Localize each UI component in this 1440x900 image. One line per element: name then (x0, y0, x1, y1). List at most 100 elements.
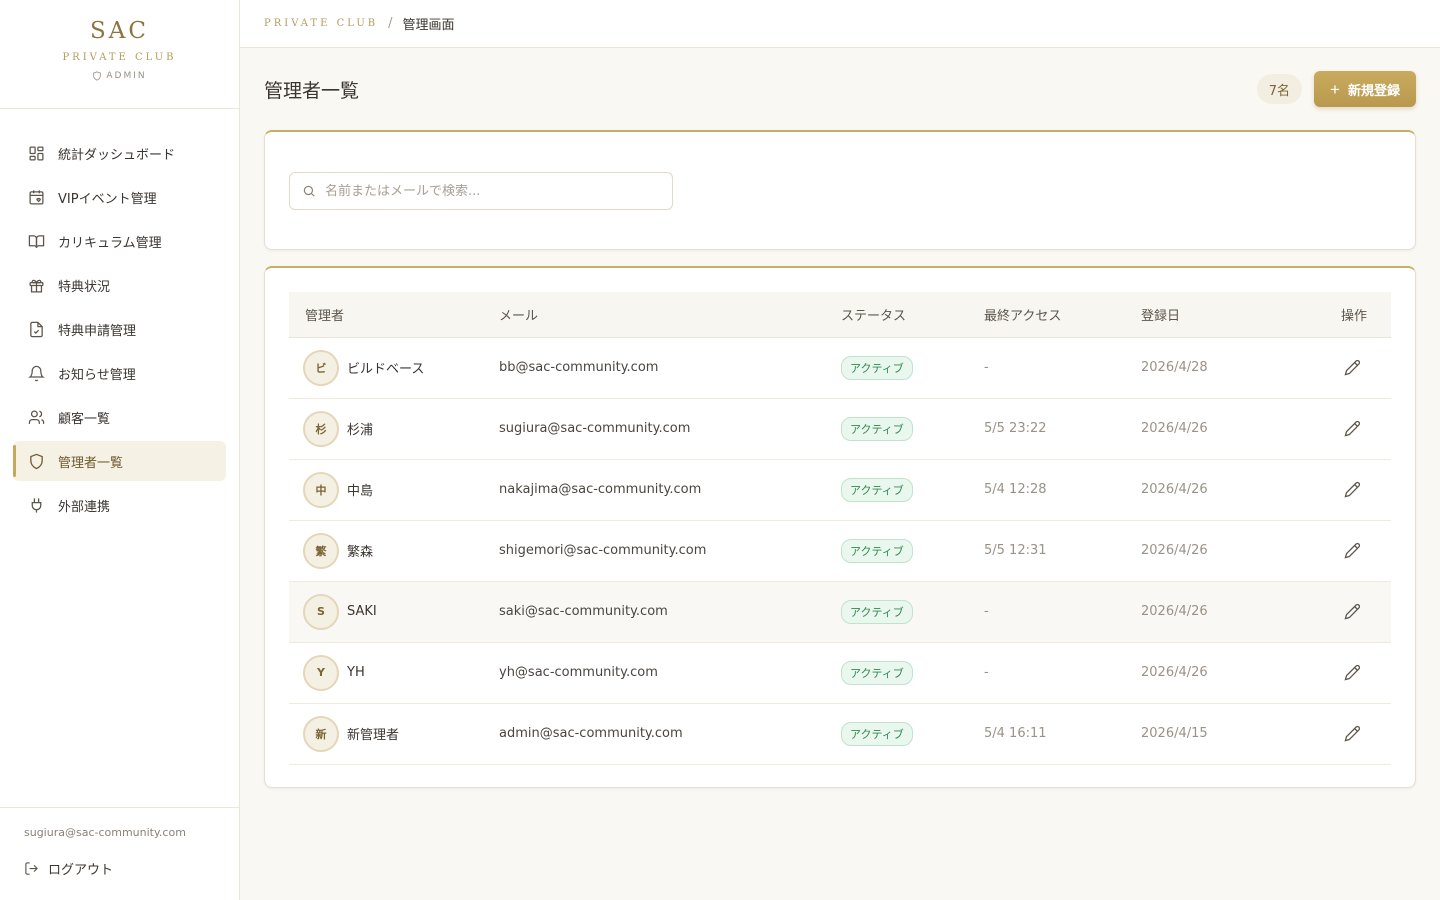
admin-name: 中島 (347, 484, 374, 499)
edit-pencil-icon[interactable] (1344, 664, 1361, 681)
admin-email: saki@sac-community.com (499, 604, 668, 619)
sidebar-item-notices[interactable]: お知らせ管理 (13, 353, 226, 393)
plug-icon (31, 497, 42, 513)
edit-pencil-icon[interactable] (1344, 725, 1361, 742)
search-card (264, 130, 1416, 250)
admin-email: admin@sac-community.com (499, 726, 683, 741)
status-badge: アクティブ (841, 416, 913, 441)
sidebar-item-integrations[interactable]: 外部連携 (13, 485, 226, 525)
current-user-email: sugiura@sac-community.com (24, 826, 186, 839)
sidebar-item-admins[interactable]: 管理者一覧 (13, 441, 226, 481)
column-header-registered: 登録日 (1141, 292, 1291, 338)
table-row[interactable]: ビビルドベース bb@sac-community.com アクティブ - 202… (289, 337, 1391, 398)
registered-date: 2026/4/26 (1141, 482, 1208, 497)
edit-pencil-icon[interactable] (1344, 542, 1361, 559)
sidebar-item-label: 特典申請管理 (58, 323, 137, 339)
main-content: 管理者一覧 7名 + 新規登録 管理者 メール ステータス 最終 (264, 48, 1416, 788)
last-access: 5/4 12:28 (984, 482, 1047, 497)
search-box[interactable] (289, 172, 673, 210)
sidebar-item-label: 外部連携 (58, 499, 111, 515)
sidebar-item-label: 管理者一覧 (58, 455, 124, 471)
table-row[interactable]: S SAKI saki@sac-community.com アクティブ - 202… (289, 581, 1391, 642)
table-row[interactable]: 繁繁森 shigemori@sac-community.com アクティブ 5/… (289, 520, 1391, 581)
sidebar: SAC PRIVATE CLUB ADMIN 統計ダッシュボード VIPイベント… (0, 0, 240, 900)
breadcrumb-current: 管理画面 (402, 18, 455, 33)
last-access: 5/4 16:11 (984, 726, 1047, 741)
sidebar-item-vip-events[interactable]: VIPイベント管理 (13, 177, 226, 217)
admin-table-card: 管理者 メール ステータス 最終アクセス 登録日 操作 ビビルドベース bb@s… (264, 266, 1416, 788)
calendar-heart-icon (29, 189, 44, 205)
brand-name: SAC (90, 18, 149, 44)
avatar: ビ (303, 349, 339, 386)
breadcrumb-separator: / (388, 16, 393, 31)
grid-icon (29, 145, 44, 161)
status-badge: アクティブ (841, 599, 913, 624)
edit-pencil-icon[interactable] (1344, 603, 1361, 620)
registered-date: 2026/4/26 (1141, 421, 1208, 436)
search-icon (303, 185, 315, 197)
brand-logo[interactable]: SAC PRIVATE CLUB ADMIN (0, 0, 239, 109)
sidebar-item-label: 統計ダッシュボード (58, 147, 176, 163)
search-input[interactable] (325, 183, 645, 199)
registered-date: 2026/4/15 (1141, 726, 1208, 741)
last-access: 5/5 12:31 (984, 543, 1047, 558)
registered-date: 2026/4/28 (1141, 360, 1208, 375)
status-badge: アクティブ (841, 660, 913, 685)
brand-admin-label: ADMIN (0, 71, 239, 81)
edit-pencil-icon[interactable] (1344, 481, 1361, 498)
sidebar-item-benefit-requests[interactable]: 特典申請管理 (13, 309, 226, 349)
last-access: - (984, 604, 989, 619)
registered-date: 2026/4/26 (1141, 604, 1208, 619)
page-title: 管理者一覧 (264, 79, 360, 102)
table-row[interactable]: 新新管理者 admin@sac-community.com アクティブ 5/4 … (289, 703, 1391, 764)
sidebar-item-customers[interactable]: 顧客一覧 (13, 397, 226, 437)
admin-email: bb@sac-community.com (499, 360, 659, 375)
logout-label: ログアウト (48, 863, 114, 878)
admin-email: shigemori@sac-community.com (499, 543, 707, 558)
breadcrumb: PRIVATE CLUB / 管理画面 (264, 14, 455, 33)
sidebar-item-benefits[interactable]: 特典状況 (13, 265, 226, 305)
logout-icon (25, 862, 38, 875)
table-row[interactable]: Y YH yh@sac-community.com アクティブ - 2026/4/… (289, 642, 1391, 703)
shield-icon (93, 71, 102, 81)
edit-pencil-icon[interactable] (1344, 420, 1361, 437)
new-admin-label: 新規登録 (1347, 82, 1400, 98)
column-header-actions: 操作 (1291, 292, 1391, 338)
admin-email: sugiura@sac-community.com (499, 421, 691, 436)
last-access: - (984, 665, 989, 680)
sidebar-item-dashboard[interactable]: 統計ダッシュボード (13, 133, 226, 173)
avatar: Y (303, 654, 339, 691)
admin-count-badge: 7名 (1256, 74, 1303, 104)
admin-email: yh@sac-community.com (499, 665, 658, 680)
admin-name: ビルドベース (347, 362, 425, 377)
breadcrumb-root[interactable]: PRIVATE CLUB (264, 18, 378, 29)
brand-subtitle: PRIVATE CLUB (62, 52, 177, 63)
top-bar: PRIVATE CLUB / 管理画面 (240, 0, 1440, 48)
edit-pencil-icon[interactable] (1344, 359, 1361, 376)
table-row[interactable]: 杉杉浦 sugiura@sac-community.com アクティブ 5/5 … (289, 398, 1391, 459)
new-admin-button[interactable]: + 新規登録 (1314, 71, 1416, 107)
registered-date: 2026/4/26 (1141, 543, 1208, 558)
admin-name: SAKI (347, 604, 377, 619)
sidebar-item-curriculum[interactable]: カリキュラム管理 (13, 221, 226, 261)
avatar: 中 (303, 471, 339, 508)
brand-badge: ADMIN (106, 71, 147, 81)
last-access: 5/5 23:22 (984, 421, 1047, 436)
bell-icon (28, 365, 45, 381)
avatar: 新 (303, 715, 339, 752)
admin-name: 繁森 (347, 545, 374, 560)
last-access: - (984, 360, 989, 375)
admin-email: nakajima@sac-community.com (499, 482, 702, 497)
logout-button[interactable]: ログアウト (24, 859, 215, 878)
sidebar-item-label: お知らせ管理 (58, 367, 136, 383)
avatar: 繁 (303, 532, 339, 569)
sidebar-item-label: 特典状況 (58, 279, 111, 295)
table-header-row: 管理者 メール ステータス 最終アクセス 登録日 操作 (289, 292, 1391, 338)
sidebar-footer: sugiura@sac-community.com ログアウト (0, 807, 239, 900)
column-header-admin: 管理者 (289, 292, 499, 338)
admin-name: 新管理者 (347, 728, 400, 743)
table-row[interactable]: 中中島 nakajima@sac-community.com アクティブ 5/4… (289, 459, 1391, 520)
column-header-email: メール (499, 292, 841, 338)
admin-name: 杉浦 (347, 423, 374, 438)
gift-icon (29, 279, 44, 293)
